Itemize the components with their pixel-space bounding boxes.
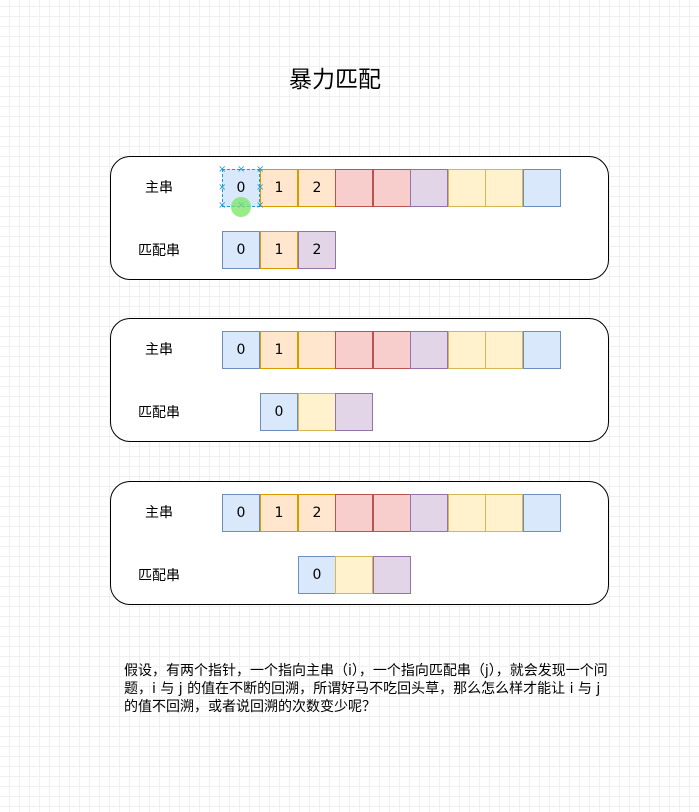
comparison-panel-2[interactable]: 主串 匹配串 0 1 0 (110, 318, 609, 442)
comparison-panel-3[interactable]: 主串 匹配串 0 1 2 0 (110, 481, 609, 605)
main-cell[interactable] (335, 494, 373, 532)
pattern-cell[interactable] (335, 556, 373, 594)
main-cell[interactable] (448, 169, 486, 207)
main-cell[interactable] (523, 494, 561, 532)
resize-handle[interactable]: × (256, 165, 264, 175)
comparison-panel-1[interactable]: 主串 匹配串 0 1 2 × × × × × × × × 0 1 2 (110, 156, 609, 280)
pattern-cell[interactable] (335, 393, 373, 431)
pattern-cell[interactable] (298, 393, 336, 431)
resize-handle[interactable]: × (218, 183, 226, 193)
main-cell[interactable] (485, 169, 523, 207)
pattern-cell[interactable]: 1 (260, 231, 298, 269)
resize-handle[interactable]: × (237, 165, 245, 175)
pattern-string-label: 匹配串 (138, 243, 180, 259)
resize-handle[interactable]: × (218, 165, 226, 175)
main-string-label: 主串 (145, 505, 173, 521)
main-cell[interactable] (485, 494, 523, 532)
main-cell[interactable]: 2 (298, 169, 336, 207)
pattern-cell[interactable]: 0 (298, 556, 336, 594)
resize-handle[interactable]: × (256, 201, 264, 211)
main-cell[interactable]: 1 (260, 494, 298, 532)
main-cell[interactable] (485, 331, 523, 369)
main-string-label: 主串 (145, 342, 173, 358)
main-cell[interactable] (298, 331, 336, 369)
main-cell[interactable]: 0 (222, 494, 260, 532)
rotate-handle[interactable] (231, 197, 251, 217)
pattern-cell[interactable] (373, 556, 411, 594)
main-cell[interactable] (335, 331, 373, 369)
diagram-title: 暴力匹配 (289, 67, 381, 93)
pattern-cell[interactable]: 2 (298, 231, 336, 269)
pattern-cell[interactable]: 0 (222, 231, 260, 269)
main-cell[interactable]: 0 (222, 331, 260, 369)
main-cell[interactable] (410, 331, 448, 369)
pattern-string-label: 匹配串 (138, 405, 180, 421)
main-cell[interactable] (523, 331, 561, 369)
description-text: 假设，有两个指针，一个指向主串（i），一个指向匹配串（j），就会发现一个问题，i… (124, 663, 608, 715)
main-cell[interactable]: 2 (298, 494, 336, 532)
main-cell[interactable] (448, 494, 486, 532)
resize-handle[interactable]: × (256, 183, 264, 193)
main-cell[interactable]: 1 (260, 169, 298, 207)
main-cell[interactable] (335, 169, 373, 207)
main-cell[interactable]: 1 (260, 331, 298, 369)
main-cell[interactable] (410, 169, 448, 207)
main-string-label: 主串 (145, 180, 173, 196)
main-cell[interactable] (410, 494, 448, 532)
main-cell[interactable] (373, 331, 411, 369)
main-cell[interactable] (448, 331, 486, 369)
main-cell[interactable] (523, 169, 561, 207)
pattern-cell[interactable]: 0 (260, 393, 298, 431)
main-cell[interactable] (373, 169, 411, 207)
pattern-string-label: 匹配串 (138, 568, 180, 584)
main-cell[interactable] (373, 494, 411, 532)
resize-handle[interactable]: × (218, 201, 226, 211)
